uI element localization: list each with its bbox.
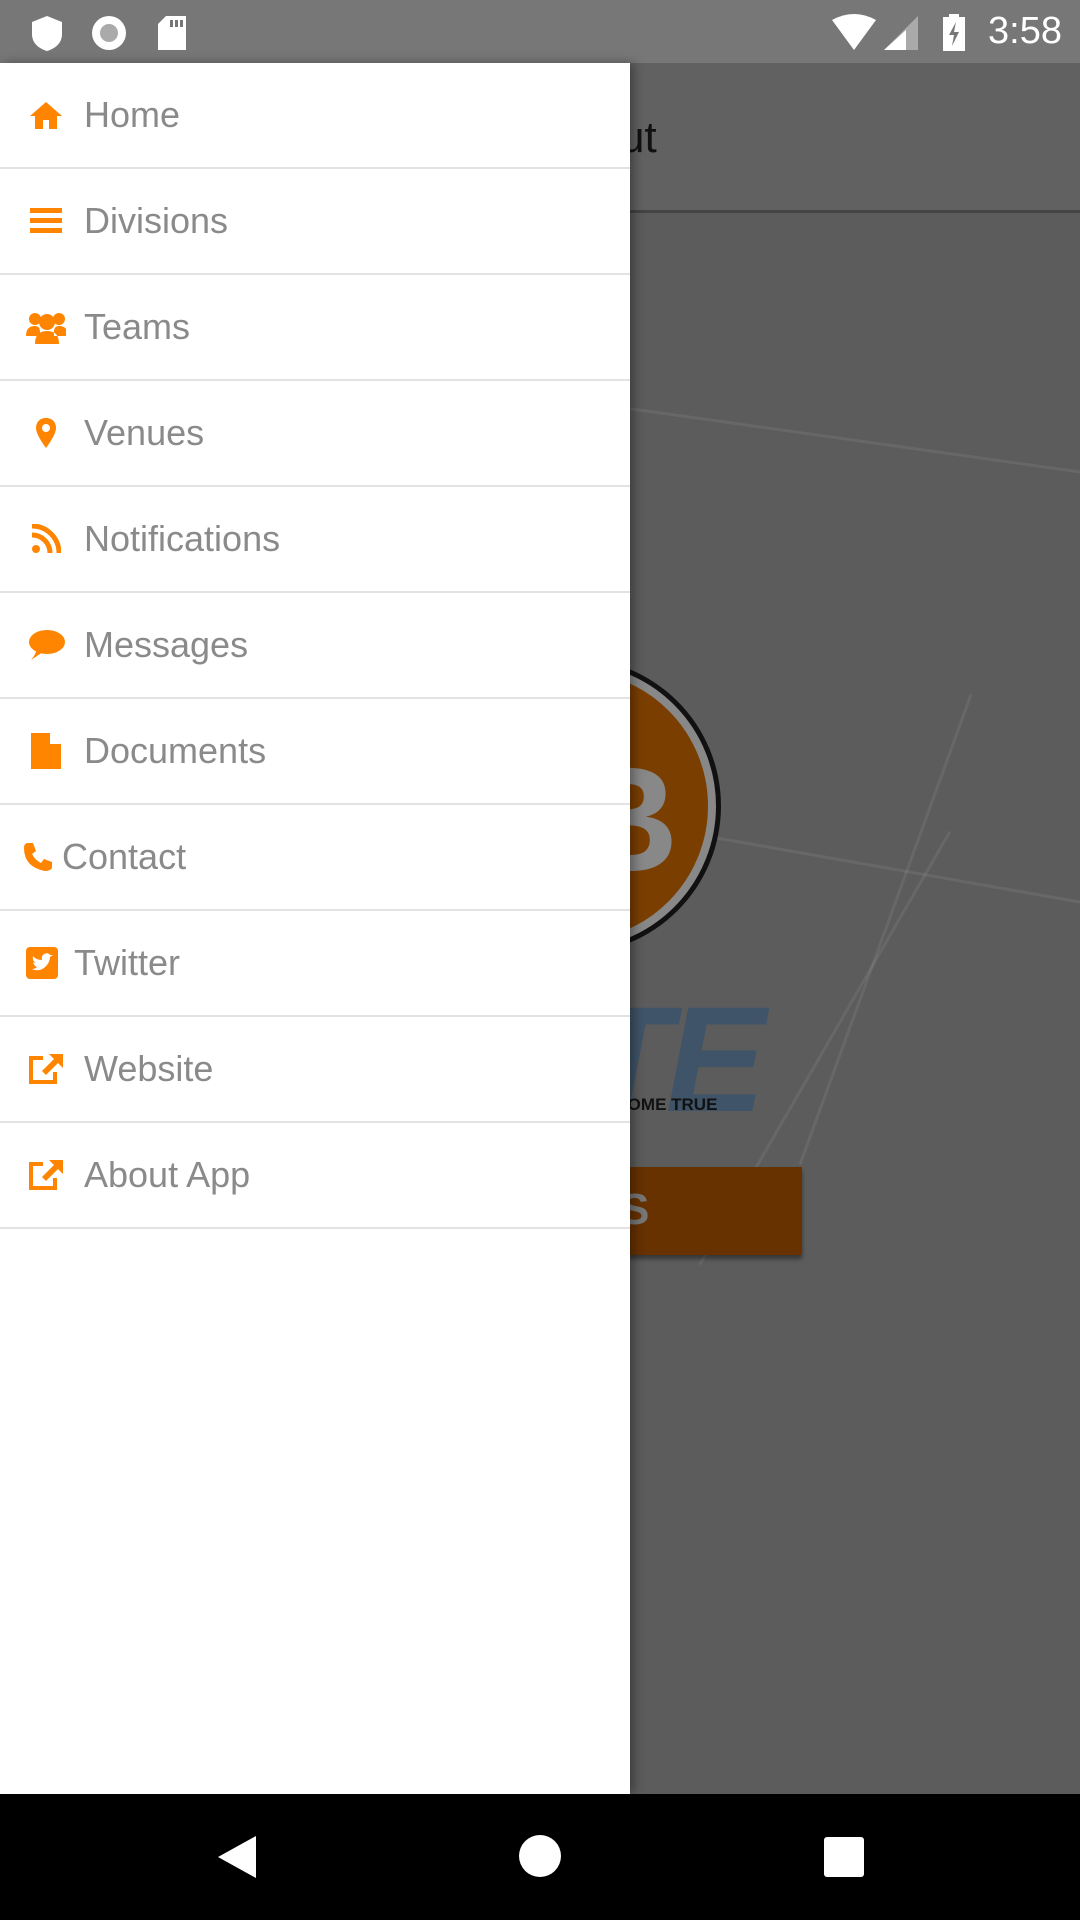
users-icon bbox=[26, 310, 66, 344]
map-marker-icon bbox=[26, 417, 66, 449]
drawer-item-label: Contact bbox=[62, 836, 187, 877]
drawer-item-label: Twitter bbox=[74, 942, 181, 983]
circle-icon bbox=[92, 16, 126, 50]
file-icon bbox=[26, 733, 66, 769]
drawer-item-notifications[interactable]: Notifications bbox=[0, 487, 630, 593]
drawer-item-label: Venues bbox=[84, 412, 205, 453]
shield-icon bbox=[32, 16, 62, 51]
drawer-item-label: Divisions bbox=[84, 200, 229, 241]
rss-icon bbox=[26, 524, 66, 554]
drawer-item-divisions[interactable]: Divisions bbox=[0, 169, 630, 275]
comment-icon bbox=[26, 629, 66, 661]
drawer-item-label: Teams bbox=[84, 306, 191, 347]
battery-charging-icon bbox=[943, 14, 965, 51]
recents-button[interactable] bbox=[824, 1837, 864, 1877]
status-bar: 3:58 bbox=[0, 0, 1080, 63]
drawer-item-label: About App bbox=[84, 1154, 251, 1195]
drawer-item-label: Website bbox=[84, 1048, 214, 1089]
drawer-item-messages[interactable]: Messages bbox=[0, 593, 630, 699]
wifi-icon bbox=[832, 14, 876, 50]
drawer-item-label: Documents bbox=[84, 730, 267, 771]
drawer-item-teams[interactable]: Teams bbox=[0, 275, 630, 381]
drawer-item-website[interactable]: Website bbox=[0, 1017, 630, 1123]
external-link-icon bbox=[26, 1052, 66, 1086]
phone-icon bbox=[22, 842, 54, 872]
drawer-item-twitter[interactable]: Twitter bbox=[0, 911, 630, 1017]
sd-card-icon bbox=[158, 16, 186, 50]
drawer-item-label: Home bbox=[84, 94, 181, 135]
navigation-drawer: Home Divisions Teams Venues Notification… bbox=[0, 63, 630, 1794]
twitter-square-icon bbox=[24, 947, 60, 979]
back-button[interactable] bbox=[216, 1834, 258, 1880]
clock: 3:58 bbox=[988, 10, 1062, 52]
system-nav-bar bbox=[0, 1794, 1080, 1920]
drawer-item-documents[interactable]: Documents bbox=[0, 699, 630, 805]
drawer-item-about-app[interactable]: About App bbox=[0, 1123, 630, 1229]
drawer-item-label: Notifications bbox=[84, 518, 281, 559]
drawer-item-label: Messages bbox=[84, 624, 249, 665]
drawer-item-venues[interactable]: Venues bbox=[0, 381, 630, 487]
signal-icon bbox=[884, 16, 918, 50]
external-link-icon bbox=[26, 1158, 66, 1192]
drawer-item-contact[interactable]: Contact bbox=[0, 805, 630, 911]
home-icon bbox=[26, 100, 66, 130]
drawer-item-home[interactable]: Home bbox=[0, 63, 630, 169]
list-icon bbox=[26, 207, 66, 235]
home-button[interactable] bbox=[518, 1834, 562, 1878]
